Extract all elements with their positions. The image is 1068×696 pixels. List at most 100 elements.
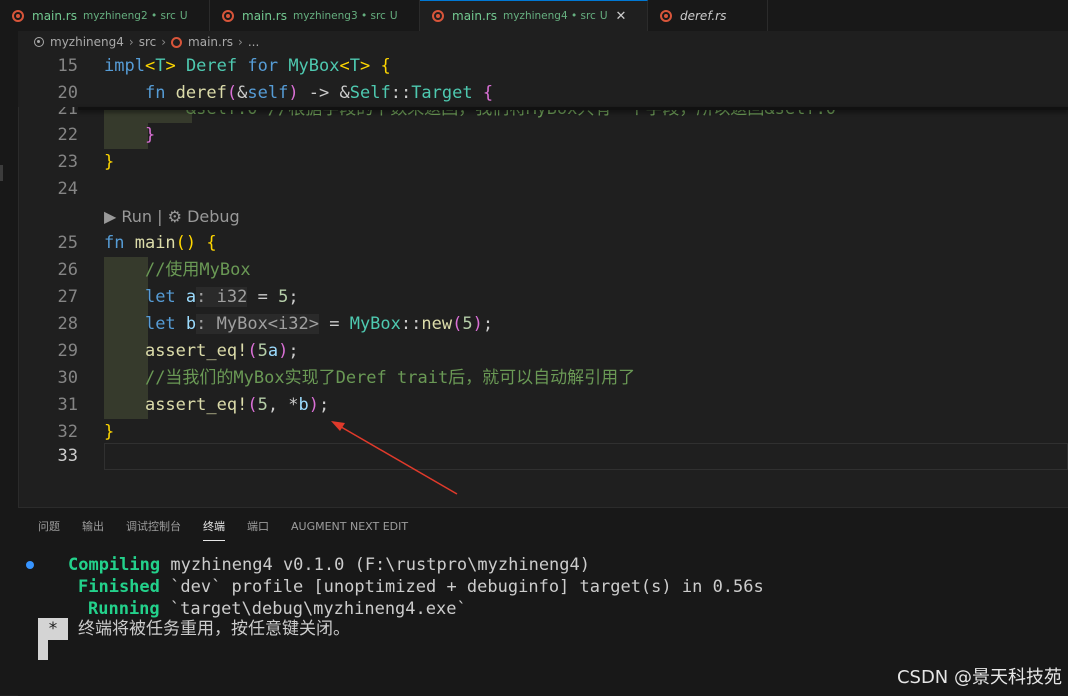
sticky-code-line[interactable]: 15 impl<T> Deref for MyBox<T> { — [18, 53, 1068, 80]
code-token: //使用MyBox — [144, 260, 251, 280]
code-token: = — [318, 314, 350, 334]
code-text: impl<T> Deref for MyBox<T> { — [104, 53, 391, 80]
code-line[interactable]: 28 let b: MyBox<i32> = MyBox::new(5); — [18, 311, 1068, 338]
code-line[interactable]: 27 let a: i32 = 5; — [18, 284, 1068, 311]
code-token: > — [165, 56, 186, 76]
terminal-line: Finished `dev` profile [unoptimized + de… — [78, 576, 764, 598]
code-line[interactable]: 24 — [18, 176, 1068, 203]
code-text: } — [104, 419, 114, 446]
tab-description: myzhineng4 • src — [502, 10, 596, 22]
tab-deref-rs[interactable]: deref.rs — [648, 0, 768, 31]
terminal-status-label: Running — [88, 599, 160, 619]
code-token: deref — [175, 83, 227, 103]
panel-tab-bar: 问题 输出 调试控制台 终端 端口 AUGMENT NEXT EDIT — [38, 518, 430, 541]
tab-main-rs-myzhineng2[interactable]: main.rs myzhineng2 • src U — [0, 0, 210, 31]
current-line-highlight — [104, 443, 1068, 470]
panel-tab[interactable]: 终端 — [203, 518, 225, 541]
code-token: b — [298, 395, 309, 415]
code-token: assert_eq! — [144, 341, 248, 361]
sticky-scroll-shadow — [78, 107, 1068, 110]
chevron-right-icon: › — [128, 35, 134, 49]
rust-file-icon — [171, 36, 183, 48]
codelens-run-debug[interactable]: ▶ Run | ⚙ Debug — [104, 203, 240, 230]
code-line[interactable]: 30 //当我们的MyBox实现了Deref trait后，就可以自动解引用了 — [18, 365, 1068, 392]
code-text: fn main() { — [104, 230, 217, 257]
terminal-line-text: myzhineng4 v0.1.0 (F:\rustpro\myzhineng4… — [160, 555, 590, 575]
tab-description: myzhineng3 • src — [292, 9, 386, 22]
line-number: 24 — [57, 179, 78, 199]
code-line[interactable]: 29 assert_eq!(5a); — [18, 338, 1068, 365]
breadcrumb-project[interactable]: myzhineng4 — [50, 35, 124, 49]
code-token: :: — [400, 314, 422, 334]
panel-tab[interactable]: 问题 — [38, 518, 60, 540]
code-line[interactable]: 31 assert_eq!(5, *b); — [18, 392, 1068, 419]
line-number: 28 — [57, 314, 78, 334]
line-number: 15 — [57, 56, 78, 76]
breadcrumb-more[interactable]: ... — [248, 35, 259, 49]
code-token: ; — [288, 341, 299, 361]
terminal-prompt-text: 终端将被任务重用，按任意键关闭。 — [78, 619, 350, 639]
code-token: : i32 — [196, 287, 248, 307]
chevron-right-icon: › — [161, 35, 167, 49]
sticky-code-line[interactable]: 20 fn deref(&self) -> &Self::Target { — [18, 80, 1068, 107]
code-line[interactable]: 23} — [18, 149, 1068, 176]
code-token: a — [267, 341, 279, 361]
panel-tab[interactable]: AUGMENT NEXT EDIT — [291, 518, 408, 540]
code-line[interactable]: 26 //使用MyBox — [18, 257, 1068, 284]
code-token: self — [247, 83, 289, 103]
panel-tab[interactable]: 调试控制台 — [126, 518, 181, 540]
line-number: 23 — [57, 152, 78, 172]
tab-label: main.rs — [242, 8, 287, 23]
line-number: 27 — [57, 287, 78, 307]
line-number: 26 — [57, 260, 78, 280]
line-number: 20 — [57, 83, 78, 103]
code-text: } — [104, 122, 155, 149]
code-token: b — [185, 314, 197, 334]
code-token: :: — [390, 83, 412, 103]
panel-tab[interactable]: 输出 — [82, 518, 104, 540]
tab-main-rs-myzhineng4[interactable]: main.rs myzhineng4 • src U ✕ — [420, 0, 648, 31]
code-token: , * — [267, 395, 299, 415]
breadcrumb-file[interactable]: main.rs — [188, 35, 233, 49]
tab-label: main.rs — [452, 9, 497, 23]
code-token: MyBox — [288, 56, 340, 76]
tab-main-rs-myzhineng3[interactable]: main.rs myzhineng3 • src U — [210, 0, 420, 31]
code-line[interactable]: 32} — [18, 419, 1068, 446]
code-token: } — [104, 422, 115, 442]
code-editor[interactable]: 21 &self.0 //根据字段的下数来返回，我们将MyBox只有一个字段，所… — [18, 53, 1068, 507]
code-token: T — [349, 56, 360, 76]
sticky-scroll-header[interactable]: 15 impl<T> Deref for MyBox<T> {20 fn dere… — [18, 53, 1068, 107]
terminal-cursor: * — [38, 618, 68, 640]
code-line[interactable]: 25 fn main() { — [18, 230, 1068, 257]
code-token: : MyBox<i32> — [196, 314, 319, 334]
line-number: 25 — [57, 233, 78, 253]
code-token: Self — [349, 83, 391, 103]
code-token: //当我们的MyBox实现了Deref trait后，就可以自动解引用了 — [144, 368, 636, 388]
close-icon[interactable]: ✕ — [616, 9, 627, 24]
tab-status: U — [389, 9, 398, 22]
code-token: Deref — [185, 56, 238, 76]
code-token: { — [472, 83, 494, 103]
code-line[interactable]: 22 } — [18, 122, 1068, 149]
tab-description: myzhineng2 • src — [82, 9, 176, 22]
code-token: let — [144, 287, 186, 307]
code-token: ; — [482, 314, 494, 334]
code-token: ; — [288, 287, 299, 307]
code-token: } — [144, 125, 156, 145]
terminal-status-label: Compiling — [68, 555, 161, 575]
breadcrumb-folder[interactable]: src — [139, 35, 157, 49]
code-text: assert_eq!(5, *b); — [104, 392, 329, 419]
line-number: 30 — [57, 368, 78, 388]
panel-tab[interactable]: 端口 — [247, 518, 269, 540]
code-token: a — [185, 287, 197, 307]
code-token: impl — [104, 56, 145, 76]
code-token: ) — [308, 395, 320, 415]
line-number: 33 — [57, 446, 78, 466]
code-token: < — [144, 56, 156, 76]
